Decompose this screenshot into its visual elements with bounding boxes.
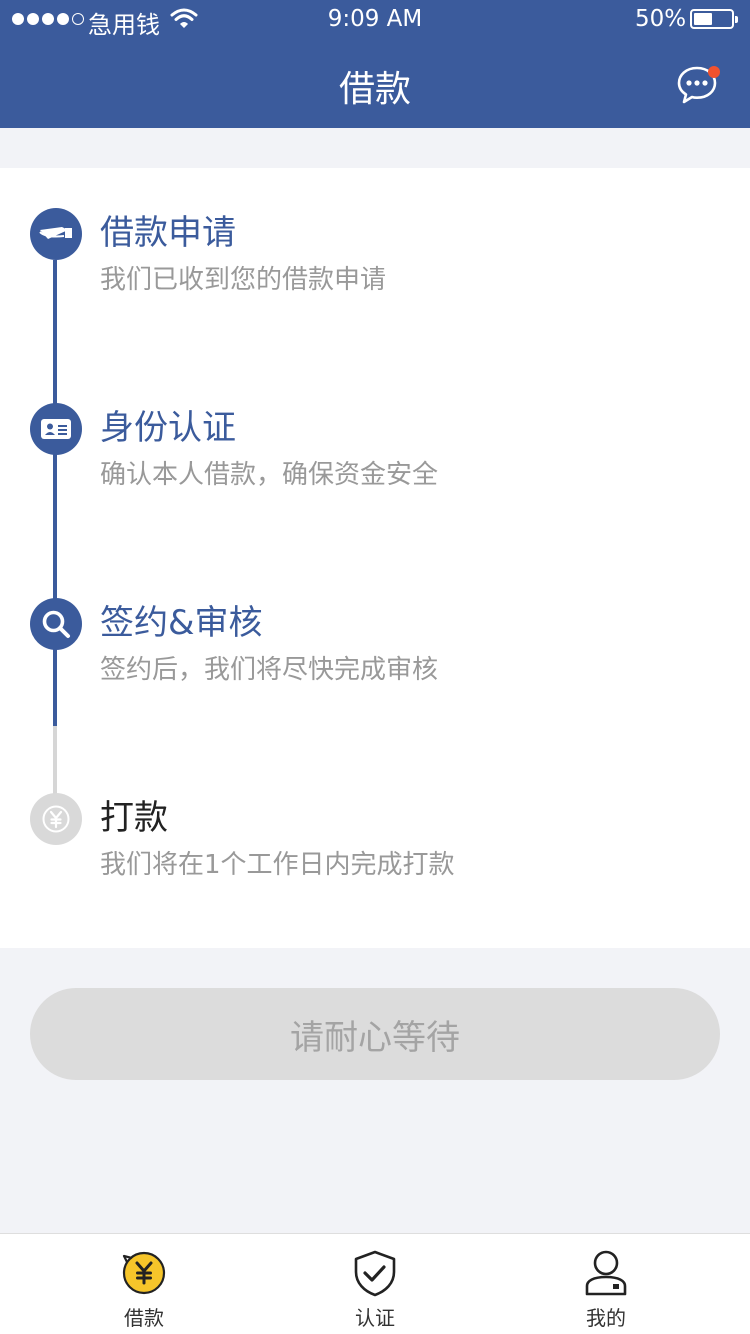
- step-description: 我们将在1个工作日内完成打款: [100, 850, 455, 880]
- step-sign-review: 签约&审核 签约后，我们将尽快完成审核: [0, 598, 750, 718]
- step-title: 签约&审核: [100, 603, 263, 643]
- step-icon-wrapper: [30, 793, 82, 845]
- loan-application-icon: [39, 227, 72, 239]
- please-wait-button[interactable]: 请耐心等待: [30, 988, 720, 1080]
- step-loan-application: 借款申请 我们已收到您的借款申请: [0, 208, 750, 328]
- unread-badge: [708, 66, 720, 78]
- step-description: 我们已收到您的借款申请: [100, 265, 387, 295]
- progress-line-pending: [53, 726, 57, 798]
- yen-coin-icon: [42, 805, 70, 833]
- search-icon: [42, 610, 70, 638]
- bottom-tab-bar: 借款 认证 我的: [0, 1233, 750, 1334]
- step-identity-verification: 身份认证 确认本人借款，确保资金安全: [0, 403, 750, 523]
- user-icon: [585, 1250, 627, 1296]
- shield-check-icon: [354, 1250, 396, 1297]
- loan-progress-card: 借款申请 我们已收到您的借款申请 身份认证 确认本人借款，确保资金安全 签约&审…: [0, 168, 750, 948]
- status-bar: 急用钱 9:09 AM 50%: [0, 0, 750, 40]
- id-card-icon: [41, 419, 71, 439]
- step-icon-wrapper: [30, 598, 82, 650]
- tab-label: 借款: [124, 1306, 164, 1330]
- tab-label: 我的: [586, 1306, 626, 1330]
- message-button[interactable]: [676, 64, 720, 104]
- app-header: 急用钱 9:09 AM 50% 借款: [0, 0, 750, 128]
- tab-mine[interactable]: 我的: [481, 1234, 731, 1334]
- yen-coin-icon: [122, 1251, 166, 1295]
- battery-icon: [690, 9, 738, 29]
- tab-label: 认证: [355, 1306, 395, 1330]
- step-disbursement: 打款 我们将在1个工作日内完成打款: [0, 793, 750, 913]
- tab-verify[interactable]: 认证: [250, 1234, 500, 1334]
- step-icon-wrapper: [30, 208, 82, 260]
- step-description: 签约后，我们将尽快完成审核: [100, 655, 439, 685]
- step-title: 身份认证: [100, 408, 236, 448]
- step-title: 打款: [100, 798, 168, 838]
- step-icon-wrapper: [30, 403, 82, 455]
- battery-percentage: 50%: [635, 6, 687, 32]
- tab-loan[interactable]: 借款: [19, 1234, 269, 1334]
- step-description: 确认本人借款，确保资金安全: [100, 460, 439, 490]
- step-title: 借款申请: [100, 213, 236, 253]
- page-title: 借款: [338, 69, 411, 110]
